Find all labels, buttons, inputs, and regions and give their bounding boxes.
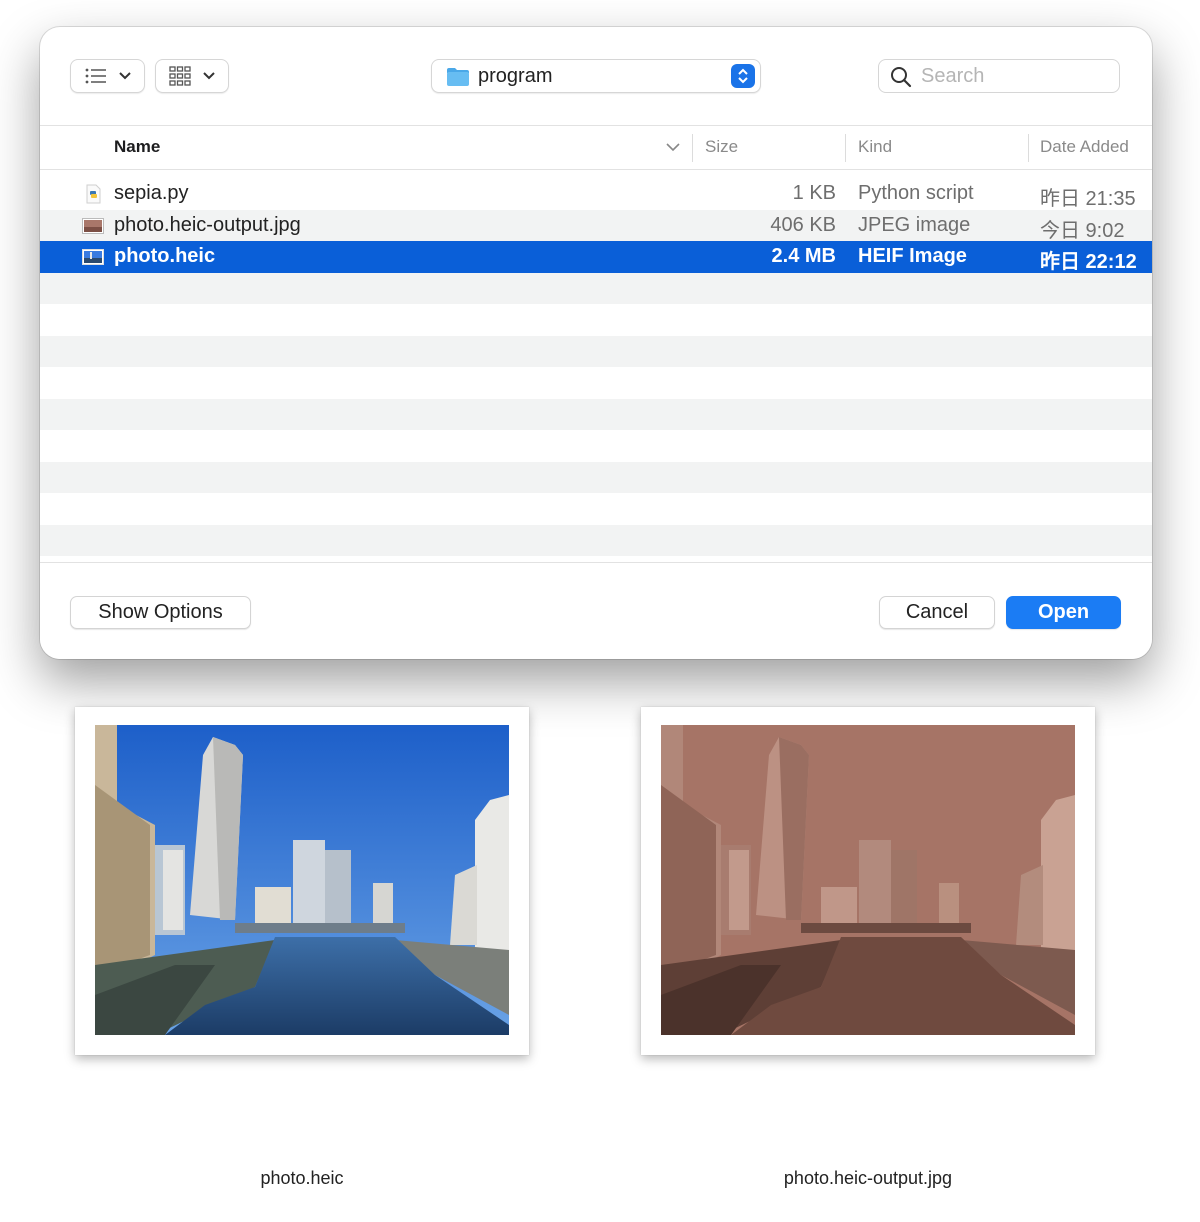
sepia-city-photo (661, 725, 1075, 1035)
column-name[interactable]: Name (114, 137, 160, 157)
file-size: 2.4 MB (771, 245, 836, 267)
folder-icon (447, 68, 469, 86)
grid-view-button[interactable] (155, 59, 229, 93)
file-date-added: 昨日 21:35 (1040, 188, 1136, 210)
empty-row (40, 461, 1152, 493)
empty-row (40, 304, 1152, 336)
file-name: photo.heic (114, 245, 216, 267)
sepia-photo-frame (641, 707, 1095, 1055)
column-header: Name Size Kind Date Added (40, 125, 1152, 170)
empty-row (40, 367, 1152, 399)
column-separator[interactable] (692, 134, 693, 162)
jpeg-thumbnail-icon (82, 217, 104, 234)
empty-row (40, 493, 1152, 525)
file-kind: Python script (858, 182, 974, 204)
file-name: sepia.py (114, 182, 189, 204)
empty-row (40, 272, 1152, 304)
column-date-added[interactable]: Date Added (1040, 137, 1129, 157)
file-size: 1 KB (792, 182, 836, 204)
search-field[interactable] (878, 59, 1120, 93)
open-button[interactable]: Open (1006, 596, 1121, 629)
file-row-output-jpg[interactable]: photo.heic-output.jpg 406 KB JPEG image … (40, 209, 1152, 242)
search-icon (891, 67, 912, 88)
file-row-photo-heic[interactable]: photo.heic 2.4 MB HEIF Image 昨日 22:12 (40, 241, 1152, 273)
list-view-button[interactable] (70, 59, 145, 93)
cancel-button[interactable]: Cancel (879, 596, 995, 629)
dialog-toolbar: program (40, 27, 1152, 125)
search-input[interactable] (921, 63, 1111, 89)
original-city-photo (95, 725, 509, 1035)
column-kind[interactable]: Kind (858, 137, 892, 157)
file-date-added: 今日 9:02 (1040, 219, 1125, 242)
dialog-footer: Show Options Cancel Open (40, 562, 1152, 659)
original-photo-frame (75, 707, 529, 1055)
column-separator[interactable] (845, 134, 846, 162)
empty-row (40, 430, 1152, 462)
file-size: 406 KB (770, 213, 836, 236)
empty-row (40, 398, 1152, 430)
file-list: sepia.py 1 KB Python script 昨日 21:35 pho… (40, 178, 1152, 558)
file-kind: JPEG image (858, 213, 971, 236)
popup-stepper-icon (731, 64, 755, 88)
location-label: program (478, 65, 553, 87)
file-name: photo.heic-output.jpg (114, 213, 301, 236)
chevron-down-icon (118, 72, 131, 80)
open-file-dialog: program Name Size Kind Date Added (40, 27, 1152, 659)
sort-chevron-icon[interactable] (666, 143, 680, 152)
heif-thumbnail-icon (82, 249, 104, 265)
empty-row (40, 335, 1152, 367)
grid-icon (169, 66, 191, 86)
file-row-sepia-py[interactable]: sepia.py 1 KB Python script 昨日 21:35 (40, 178, 1152, 210)
chevron-down-icon (203, 72, 215, 80)
column-separator[interactable] (1028, 134, 1029, 162)
original-photo-caption: photo.heic (260, 1168, 344, 1188)
sepia-photo-caption: photo.heic-output.jpg (783, 1168, 953, 1188)
list-icon (85, 68, 106, 84)
column-size[interactable]: Size (705, 137, 738, 157)
file-date-added: 昨日 22:12 (1040, 251, 1137, 273)
file-kind: HEIF Image (858, 245, 967, 267)
location-popup[interactable]: program (431, 59, 761, 93)
python-file-icon (86, 184, 101, 204)
empty-row (40, 524, 1152, 556)
show-options-button[interactable]: Show Options (70, 596, 251, 629)
